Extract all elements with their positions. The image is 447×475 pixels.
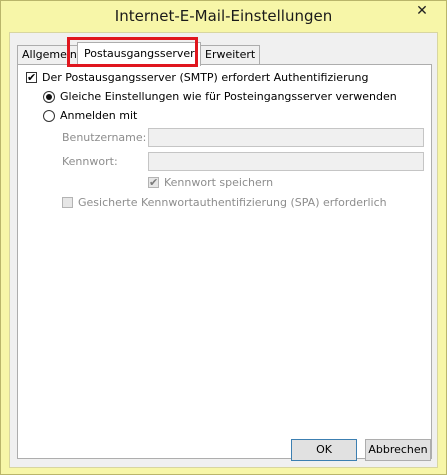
login-with-label: Anmelden mit (60, 109, 138, 122)
spa-label: Gesicherte Kennwortauthentifizierung (SP… (78, 196, 387, 209)
smtp-auth-row[interactable]: ✔ Der Postausgangsserver (SMTP) erforder… (26, 71, 369, 84)
dialog-window: Internet-E-Mail-Einstellungen ✕ Allgemei… (0, 0, 447, 475)
dialog-body: Allgemein Erweitert Postausgangsserver ✔… (9, 32, 438, 468)
remember-password-label: Kennwort speichern (164, 176, 274, 189)
password-label: Kennwort: (62, 155, 118, 168)
same-settings-row[interactable]: Gleiche Einstellungen wie für Posteingan… (43, 90, 397, 103)
username-field[interactable] (148, 128, 424, 147)
same-settings-label: Gleiche Einstellungen wie für Posteingan… (60, 90, 397, 103)
login-with-row[interactable]: Anmelden mit (43, 109, 137, 122)
window-title: Internet-E-Mail-Einstellungen (114, 7, 333, 25)
remember-password-checkbox[interactable]: ✔ (148, 177, 159, 188)
username-label: Benutzername: (62, 131, 147, 144)
tab-highlight-box (67, 37, 198, 67)
close-icon[interactable]: ✕ (406, 1, 438, 21)
tab-erweitert[interactable]: Erweitert (200, 45, 260, 64)
smtp-auth-label: Der Postausgangsserver (SMTP) erfordert … (42, 71, 369, 84)
same-settings-radio[interactable] (43, 90, 55, 103)
spa-row[interactable]: Gesicherte Kennwortauthentifizierung (SP… (62, 196, 387, 209)
login-with-radio[interactable] (43, 109, 55, 122)
cancel-button[interactable]: Abbrechen (365, 439, 431, 461)
title-bar[interactable]: Internet-E-Mail-Einstellungen ✕ (1, 1, 446, 32)
smtp-auth-checkbox[interactable]: ✔ (26, 72, 37, 83)
outgoing-server-panel: ✔ Der Postausgangsserver (SMTP) erforder… (17, 64, 432, 459)
password-field[interactable] (148, 152, 424, 171)
ok-button[interactable]: OK (291, 439, 357, 461)
remember-password-row[interactable]: ✔ Kennwort speichern (148, 176, 273, 189)
spa-checkbox[interactable] (62, 197, 73, 208)
